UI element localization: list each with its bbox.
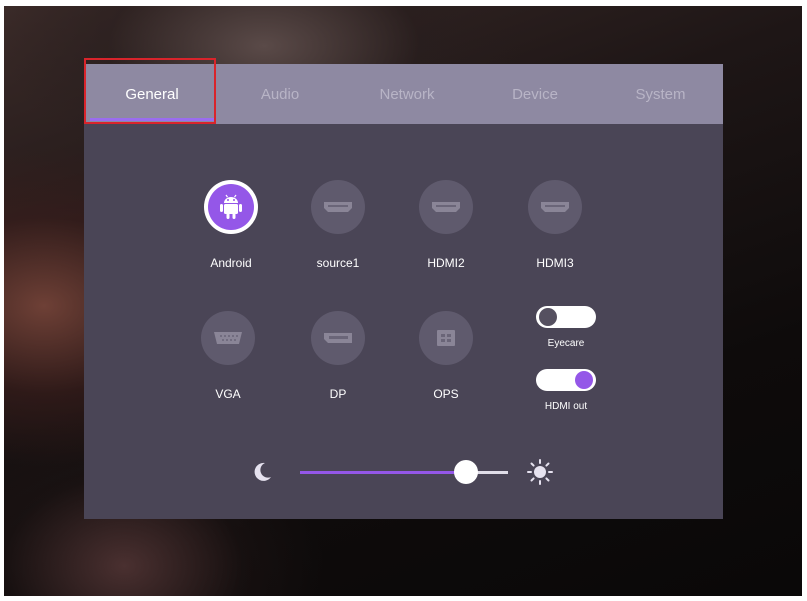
source-ops-button — [419, 311, 473, 365]
source-source1-label: source1 — [316, 256, 360, 270]
hdmi-port-icon — [541, 202, 569, 212]
source-hdmi2-button — [419, 180, 473, 234]
tab-device[interactable]: Device — [472, 64, 598, 124]
source-dp[interactable]: DP — [298, 311, 378, 401]
ops-slot-icon — [437, 330, 455, 346]
moon-icon — [254, 462, 271, 481]
eyecare-setting: Eyecare — [521, 306, 611, 349]
source-source1-button — [311, 180, 365, 234]
tab-network[interactable]: Network — [342, 64, 472, 124]
hdmi-out-label: HDMI out — [544, 401, 588, 412]
tab-audio[interactable]: Audio — [218, 64, 342, 124]
eyecare-toggle[interactable] — [536, 306, 596, 328]
brightness-control — [244, 454, 574, 490]
source-hdmi3-button — [528, 180, 582, 234]
source-dp-label: DP — [329, 387, 347, 401]
displayport-icon — [324, 333, 352, 343]
tab-highlight-outline — [84, 58, 216, 124]
source-android[interactable]: Android — [191, 180, 271, 270]
source-vga-label: VGA — [215, 387, 241, 401]
hdmi-port-icon — [432, 202, 460, 212]
hdmi-port-icon — [324, 202, 352, 212]
brightness-slider-thumb[interactable] — [454, 460, 479, 484]
eyecare-label: Eyecare — [547, 338, 585, 349]
tab-system[interactable]: System — [598, 64, 723, 124]
source-hdmi2-label: HDMI2 — [427, 256, 465, 270]
sun-icon — [527, 459, 553, 485]
source-ops-label: OPS — [433, 387, 459, 401]
tab-network-label: Network — [379, 85, 435, 103]
brightness-slider-fill — [300, 471, 467, 474]
android-icon — [220, 194, 242, 219]
tab-audio-label: Audio — [260, 85, 300, 103]
settings-panel: General Audio Network Device System Andr… — [84, 58, 723, 519]
source-ops[interactable]: OPS — [406, 311, 486, 401]
source-android-button — [204, 180, 258, 234]
source-hdmi3-label: HDMI3 — [536, 256, 574, 270]
eyecare-toggle-knob — [539, 308, 557, 326]
hdmi-out-setting: HDMI out — [521, 369, 611, 412]
tab-device-label: Device — [512, 85, 558, 103]
source-android-label: Android — [210, 256, 252, 270]
source-dp-button — [311, 311, 365, 365]
source-source1[interactable]: source1 — [298, 180, 378, 270]
hdmi-out-toggle-knob — [575, 371, 593, 389]
source-hdmi3[interactable]: HDMI3 — [515, 180, 595, 270]
source-vga[interactable]: VGA — [188, 311, 268, 401]
tab-system-label: System — [635, 85, 686, 103]
vga-port-icon — [214, 332, 242, 344]
hdmi-out-toggle[interactable] — [536, 369, 596, 391]
source-hdmi2[interactable]: HDMI2 — [406, 180, 486, 270]
source-vga-button — [201, 311, 255, 365]
